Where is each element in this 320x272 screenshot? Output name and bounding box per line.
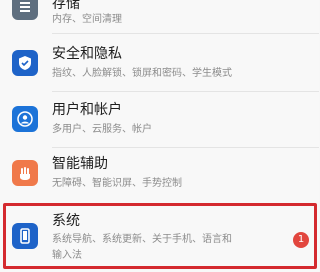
settings-item-storage[interactable]: 存储 内存、空间清理 [0,0,319,34]
hand-assist-icon [12,160,38,186]
security-shield-icon [12,50,38,76]
settings-item-smart-assist[interactable]: 智能辅助 无障碍、智能识屏、手势控制 [0,148,319,204]
settings-item-title: 用户和帐户 [52,102,122,118]
settings-list: 存储 内存、空间清理 安全和隐私 指纹、人脸解锁、锁屏和密码、学生模式 用户和帐… [0,0,319,272]
settings-item-subtitle: 指纹、人脸解锁、锁屏和密码、学生模式 [52,68,232,79]
highlight-box [3,203,317,269]
storage-icon [12,0,38,20]
settings-item-title: 智能辅助 [52,156,108,172]
settings-item-subtitle: 内存、空间清理 [52,14,122,25]
settings-item-title: 安全和隐私 [52,46,122,62]
settings-item-security-privacy[interactable]: 安全和隐私 指纹、人脸解锁、锁屏和密码、学生模式 [0,34,319,92]
settings-item-users-accounts[interactable]: 用户和帐户 多用户、云服务、帐户 [0,92,319,148]
settings-item-title: 存储 [52,0,80,12]
user-account-icon [12,106,38,132]
settings-item-subtitle: 多用户、云服务、帐户 [52,124,152,135]
settings-item-subtitle: 无障碍、智能识屏、手势控制 [52,178,182,189]
